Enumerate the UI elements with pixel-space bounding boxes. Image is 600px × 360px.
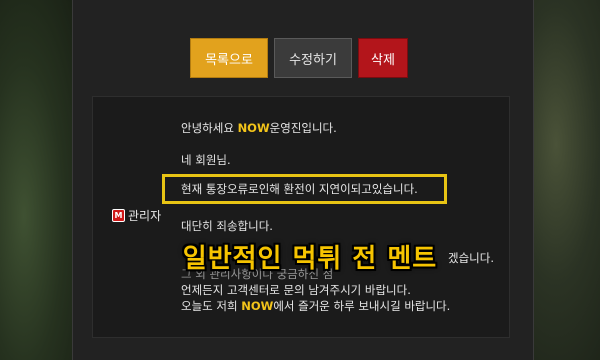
author-name: 관리자	[128, 209, 162, 223]
background-left	[0, 0, 80, 360]
author-info: M 관리자	[112, 207, 161, 224]
post-line-greeting: 안녕하세요 NOW운영진입니다.	[181, 120, 337, 136]
closing-text: 오늘도 저희	[181, 299, 242, 313]
post-line-delay-notice: 현재 통장오류로인해 환전이 지연이되고있습니다.	[181, 182, 418, 196]
back-to-list-button[interactable]: 목록으로	[190, 38, 268, 78]
post-line-salutation: 네 회원님.	[181, 153, 231, 167]
edit-button[interactable]: 수정하기	[274, 38, 352, 78]
post-line-contact: 언제든지 고객센터로 문의 남겨주시기 바랍니다.	[181, 283, 411, 297]
admin-badge-icon: M	[112, 209, 125, 222]
greeting-text: 안녕하세요	[181, 121, 238, 135]
greeting-text-end: 운영진입니다.	[269, 121, 337, 135]
brand-highlight-closing: NOW	[241, 299, 274, 313]
brand-highlight: NOW	[237, 121, 270, 135]
closing-text-end: 에서 즐거운 하루 보내시길 바랍니다.	[273, 299, 451, 313]
post-toolbar: 목록으로 수정하기 삭제	[190, 38, 408, 78]
post-line-closing: 오늘도 저희 NOW에서 즐거운 하루 보내시길 바랍니다.	[181, 298, 450, 314]
overlay-caption: 일반적인 먹튀 전 멘트	[182, 243, 438, 274]
delete-button[interactable]: 삭제	[358, 38, 408, 78]
post-line-apology: 대단히 죄송합니다.	[181, 219, 273, 233]
